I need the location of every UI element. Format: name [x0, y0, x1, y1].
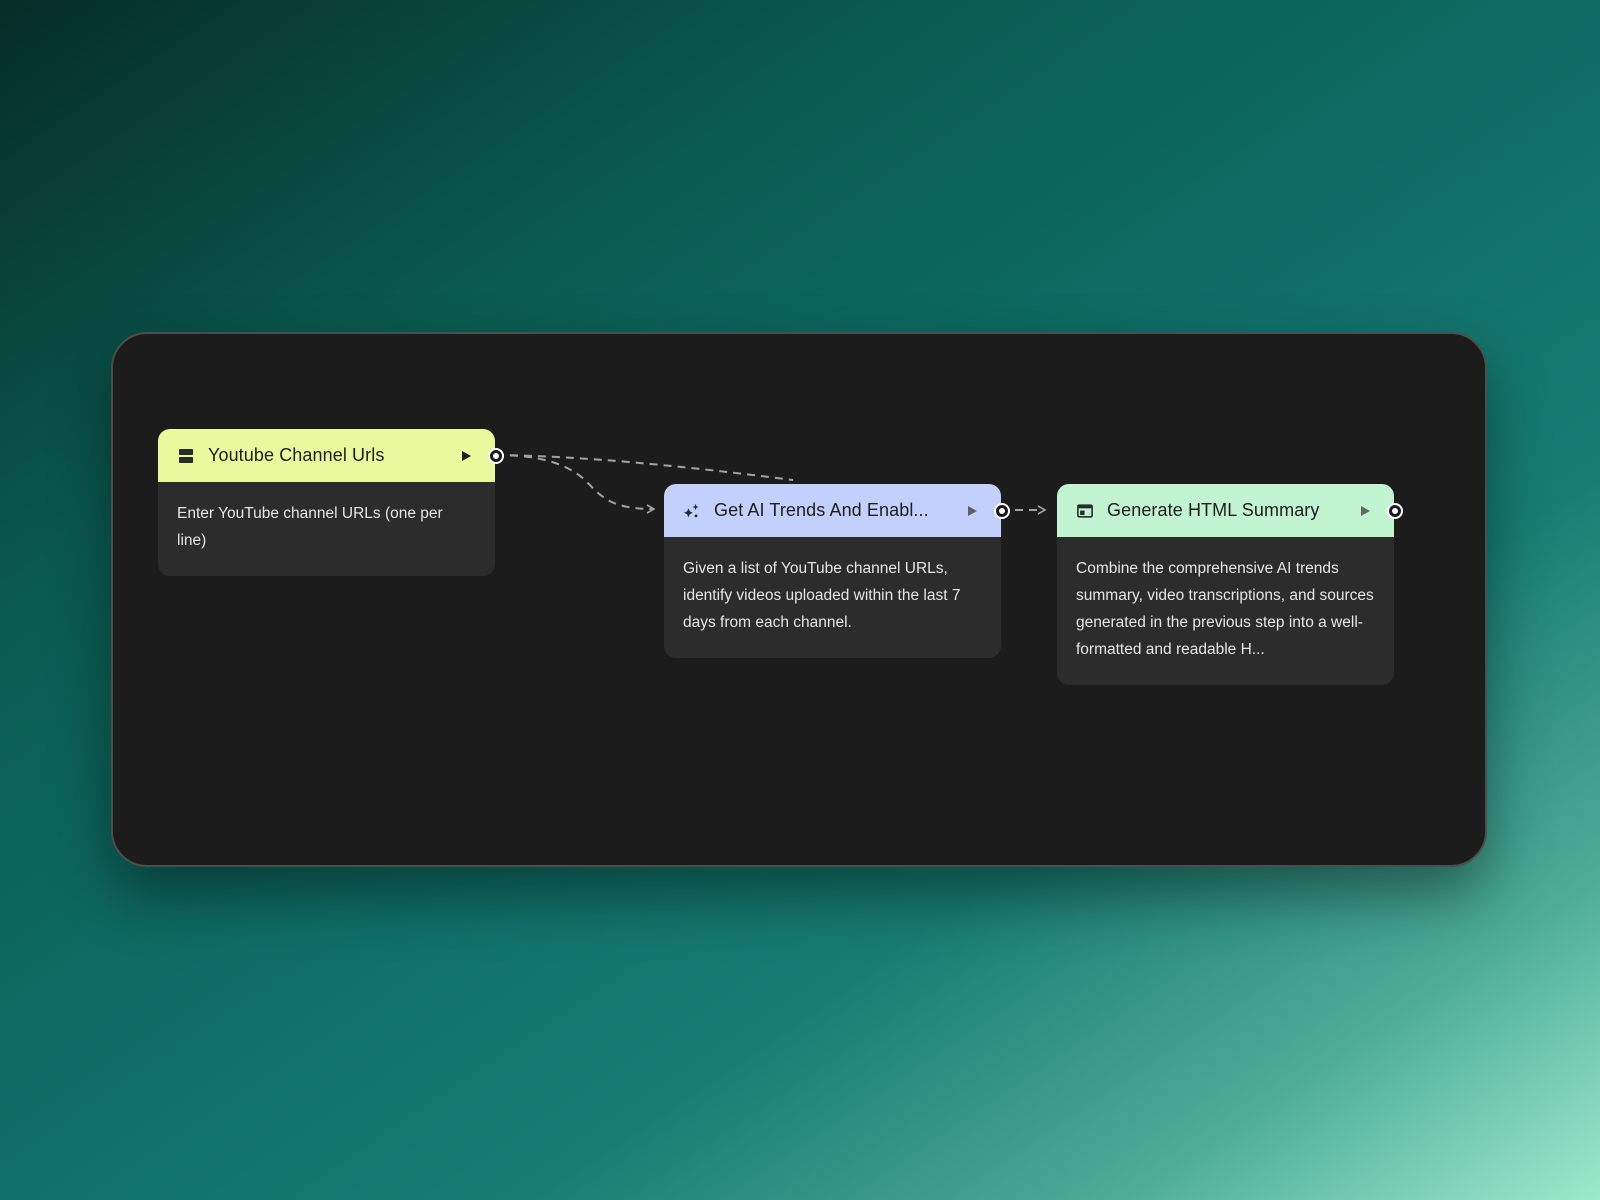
edge-urls-to-trends: [495, 454, 656, 514]
node-title: Get AI Trends And Enabl...: [714, 500, 929, 520]
run-node-button[interactable]: [1358, 504, 1372, 518]
node-title: Generate HTML Summary: [1107, 500, 1320, 520]
run-node-button[interactable]: [459, 449, 473, 463]
node-youtube-channel-urls[interactable]: Youtube Channel Urls Enter YouTube chann…: [158, 429, 502, 576]
node-description: Enter YouTube channel URLs (one per line…: [177, 505, 443, 549]
node-header[interactable]: Generate HTML Summary: [1057, 484, 1394, 537]
input-icon: [178, 448, 194, 464]
play-icon: [968, 505, 977, 516]
node-title: Youtube Channel Urls: [208, 445, 385, 465]
node-header[interactable]: Youtube Channel Urls: [158, 429, 495, 482]
output-port[interactable]: [490, 450, 502, 462]
web-page-icon: [1077, 503, 1093, 519]
node-description: Given a list of YouTube channel URLs, id…: [683, 560, 961, 631]
play-icon: [462, 450, 471, 461]
workflow-canvas[interactable]: Youtube Channel Urls Enter YouTube chann…: [111, 332, 1487, 867]
node-header[interactable]: Get AI Trends And Enabl...: [664, 484, 1001, 537]
play-icon: [1361, 505, 1370, 516]
sparkle-icon: [684, 503, 700, 519]
run-node-button[interactable]: [965, 504, 979, 518]
edge-urls-to-summary: [495, 454, 794, 481]
output-port[interactable]: [996, 505, 1008, 517]
output-port[interactable]: [1389, 505, 1401, 517]
node-generate-html-summary[interactable]: Generate HTML Summary Combine the compre…: [1057, 484, 1401, 685]
node-description: Combine the comprehensive AI trends summ…: [1076, 560, 1374, 658]
node-get-ai-trends[interactable]: Get AI Trends And Enabl... Given a list …: [664, 484, 1008, 658]
